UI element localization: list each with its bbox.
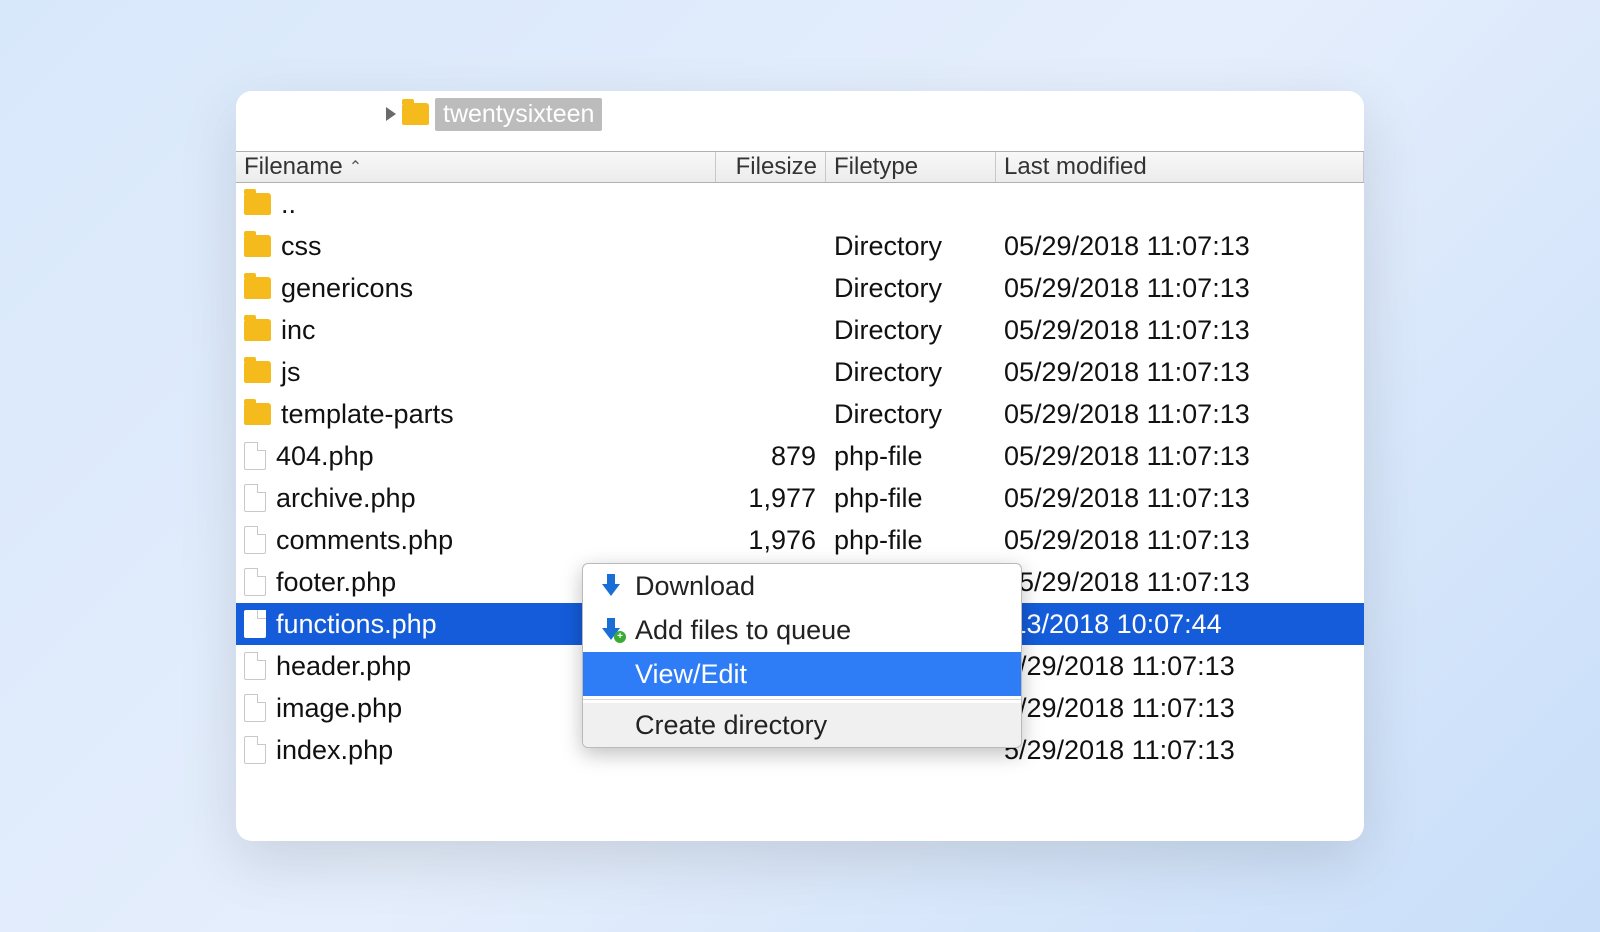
file-name-cell: template-parts xyxy=(236,399,716,430)
file-row[interactable]: 404.php 879php-file05/29/2018 11:07:13 xyxy=(236,435,1364,477)
file-type-cell: Directory xyxy=(826,357,996,388)
file-modified-cell: 5/29/2018 11:07:13 xyxy=(996,735,1364,766)
file-icon xyxy=(244,694,266,722)
file-row[interactable]: comments.php 1,976php-file05/29/2018 11:0… xyxy=(236,519,1364,561)
file-size-cell: 1,976 xyxy=(716,525,826,556)
file-modified-cell: /13/2018 10:07:44 xyxy=(996,609,1364,640)
folder-icon xyxy=(244,193,271,215)
file-icon xyxy=(244,610,266,638)
context-menu-item[interactable]: Create directory xyxy=(583,703,1021,747)
file-name-cell: css xyxy=(236,231,716,262)
file-row[interactable]: .. xyxy=(236,183,1364,225)
file-row[interactable]: css Directory05/29/2018 11:07:13 xyxy=(236,225,1364,267)
file-icon xyxy=(244,442,266,470)
file-row[interactable]: js Directory05/29/2018 11:07:13 xyxy=(236,351,1364,393)
file-icon xyxy=(244,568,266,596)
context-menu-item-label: View/Edit xyxy=(635,659,747,690)
file-name-label: comments.php xyxy=(276,525,453,556)
file-icon xyxy=(244,736,266,764)
file-modified-cell: 05/29/2018 11:07:13 xyxy=(996,399,1364,430)
column-header-filesize[interactable]: Filesize xyxy=(716,152,826,182)
file-type-cell: php-file xyxy=(826,525,996,556)
file-modified-cell: 05/29/2018 11:07:13 xyxy=(996,231,1364,262)
file-name-label: inc xyxy=(281,315,316,346)
file-name-label: .. xyxy=(281,189,296,220)
file-name-cell: js xyxy=(236,357,716,388)
file-type-cell: Directory xyxy=(826,273,996,304)
column-headers: Filename ⌃ Filesize Filetype Last modifi… xyxy=(236,151,1364,183)
file-name-cell: comments.php xyxy=(236,525,716,556)
file-modified-cell: 05/29/2018 11:07:13 xyxy=(996,273,1364,304)
download-icon xyxy=(601,576,621,596)
folder-icon xyxy=(244,403,271,425)
column-header-modified[interactable]: Last modified xyxy=(996,152,1364,182)
context-menu-item[interactable]: + Add files to queue xyxy=(583,608,1021,652)
file-row[interactable]: inc Directory05/29/2018 11:07:13 xyxy=(236,309,1364,351)
remote-tree-pane: twentysixteen xyxy=(236,91,1364,151)
folder-icon xyxy=(244,361,271,383)
file-modified-cell: 05/29/2018 11:07:13 xyxy=(996,567,1364,598)
file-icon xyxy=(244,484,266,512)
file-modified-cell: 05/29/2018 11:07:13 xyxy=(996,441,1364,472)
file-name-label: index.php xyxy=(276,735,393,766)
file-row[interactable]: template-parts Directory05/29/2018 11:07:… xyxy=(236,393,1364,435)
column-header-filename-label: Filename xyxy=(244,153,343,181)
file-icon xyxy=(244,652,266,680)
file-name-label: 404.php xyxy=(276,441,374,472)
column-header-filetype[interactable]: Filetype xyxy=(826,152,996,182)
file-modified-cell: 5/29/2018 11:07:13 xyxy=(996,651,1364,682)
file-name-cell: genericons xyxy=(236,273,716,304)
file-type-cell: Directory xyxy=(826,315,996,346)
file-name-label: image.php xyxy=(276,693,402,724)
file-name-label: js xyxy=(281,357,301,388)
file-size-cell: 879 xyxy=(716,441,826,472)
sort-ascending-icon: ⌃ xyxy=(349,157,362,177)
file-name-label: css xyxy=(281,231,322,262)
file-type-cell: php-file xyxy=(826,483,996,514)
file-row[interactable]: genericons Directory05/29/2018 11:07:13 xyxy=(236,267,1364,309)
column-header-modified-label: Last modified xyxy=(1004,153,1147,181)
file-icon xyxy=(244,526,266,554)
column-header-filetype-label: Filetype xyxy=(834,153,918,181)
context-menu-item-label: Add files to queue xyxy=(635,615,851,646)
context-menu: Download + Add files to queue View/Edit Cre… xyxy=(582,563,1022,748)
file-name-label: genericons xyxy=(281,273,413,304)
file-name-label: footer.php xyxy=(276,567,396,598)
file-name-label: template-parts xyxy=(281,399,454,430)
file-row[interactable]: archive.php 1,977php-file05/29/2018 11:07… xyxy=(236,477,1364,519)
file-modified-cell: 05/29/2018 11:07:13 xyxy=(996,357,1364,388)
file-type-cell: Directory xyxy=(826,399,996,430)
file-name-label: archive.php xyxy=(276,483,416,514)
tree-folder-row[interactable]: twentysixteen xyxy=(386,99,1364,129)
folder-icon xyxy=(402,103,429,125)
file-name-label: header.php xyxy=(276,651,411,682)
file-name-cell: .. xyxy=(236,189,716,220)
file-modified-cell: 05/29/2018 11:07:13 xyxy=(996,483,1364,514)
file-size-cell: 1,977 xyxy=(716,483,826,514)
file-name-cell: 404.php xyxy=(236,441,716,472)
file-manager-window: twentysixteen Filename ⌃ Filesize Filety… xyxy=(236,91,1364,841)
context-menu-item-label: Download xyxy=(635,571,755,602)
context-menu-item[interactable]: Download xyxy=(583,564,1021,608)
context-menu-item[interactable]: View/Edit xyxy=(583,652,1021,696)
file-type-cell: Directory xyxy=(826,231,996,262)
file-name-label: functions.php xyxy=(276,609,437,640)
download-plus-icon: + xyxy=(601,620,621,640)
column-header-filesize-label: Filesize xyxy=(736,153,817,181)
folder-icon xyxy=(244,235,271,257)
folder-icon xyxy=(244,277,271,299)
file-modified-cell: 05/29/2018 11:07:13 xyxy=(996,315,1364,346)
menu-separator xyxy=(583,699,1021,700)
tree-expand-arrow-icon[interactable] xyxy=(386,107,396,121)
column-header-filename[interactable]: Filename ⌃ xyxy=(236,152,716,182)
file-type-cell: php-file xyxy=(826,441,996,472)
file-name-cell: inc xyxy=(236,315,716,346)
file-modified-cell: 05/29/2018 11:07:13 xyxy=(996,525,1364,556)
tree-folder-label: twentysixteen xyxy=(435,98,602,131)
folder-icon xyxy=(244,319,271,341)
file-name-cell: archive.php xyxy=(236,483,716,514)
context-menu-item-label: Create directory xyxy=(635,710,827,741)
file-modified-cell: 5/29/2018 11:07:13 xyxy=(996,693,1364,724)
